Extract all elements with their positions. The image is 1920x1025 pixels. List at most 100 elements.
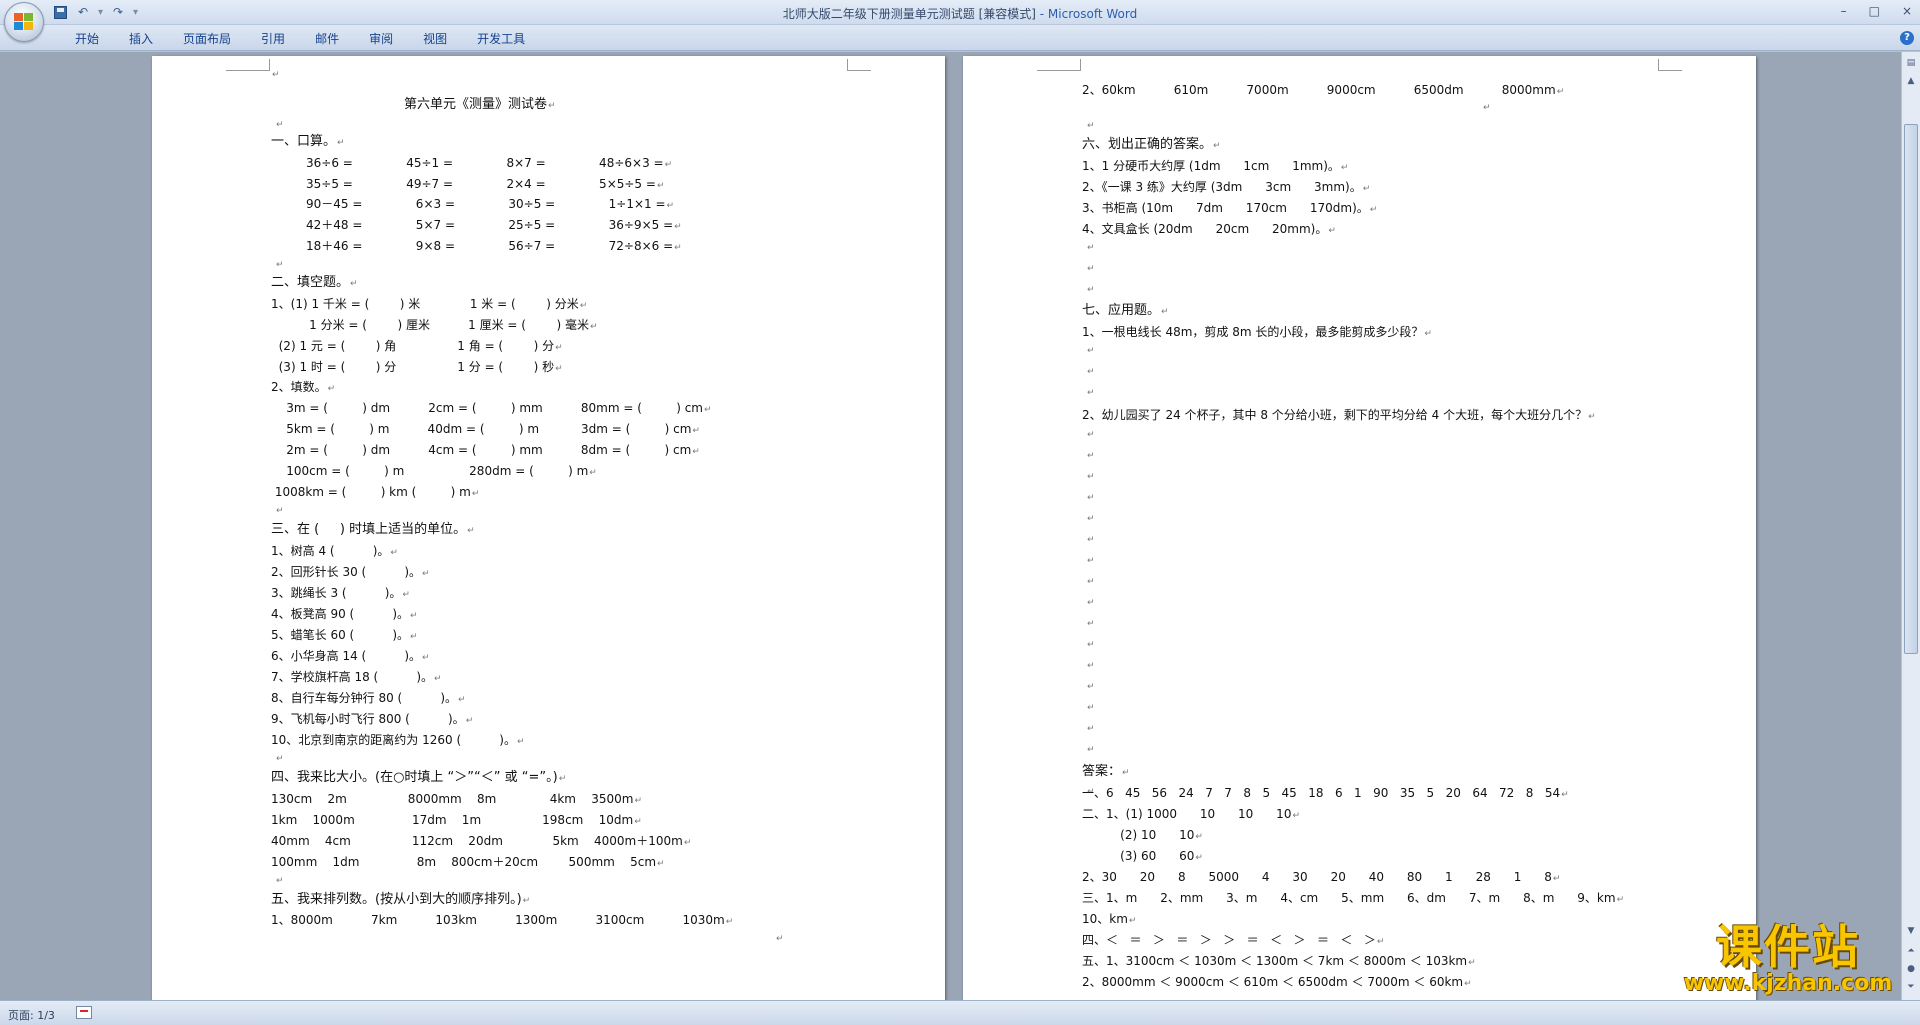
question-item: 9、飞机每小时飞行 800 ( )。↵ — [271, 712, 474, 726]
paragraph-mark: ↵ — [1087, 243, 1095, 253]
paragraph-mark: ↵ — [1087, 682, 1095, 692]
page-count[interactable]: 页面: 1/3 — [8, 1007, 55, 1023]
answer-line: 三、1、m 2、mm 3、m 4、cm 5、mm 6、dm 7、m 8、m 9、… — [1082, 891, 1625, 905]
paragraph-mark: ↵ — [1087, 598, 1095, 608]
paragraph-mark: ↵ — [276, 506, 284, 516]
question-item: 6、小华身高 14 ( )。↵ — [271, 649, 430, 663]
paragraph-mark: ↵ — [276, 754, 284, 764]
paragraph-mark: ↵ — [1087, 285, 1095, 295]
question-item: 8、自行车每分钟行 80 ( )。↵ — [271, 691, 466, 705]
tab-review[interactable]: 审阅 — [354, 30, 408, 47]
unit-conversion-row: 3m = ( ) dm 2cm = ( ) mm 80mm = ( ) cm↵ — [271, 401, 712, 415]
vertical-scrollbar[interactable]: ▤ ▲ ▼ ⏶ ● ⏷ — [1901, 52, 1920, 1000]
answer-line: 一、6 45 56 24 7 7 8 5 45 18 6 1 90 35 5 2… — [1082, 786, 1569, 800]
arith-row: 90－45 = 6×3 = 30÷5 = 1÷1×1 =↵ — [306, 197, 675, 211]
paragraph-mark: ↵ — [1087, 535, 1095, 545]
paragraph-mark: ↵ — [1087, 703, 1095, 713]
paragraph-mark: ↵ — [1483, 103, 1491, 113]
question-item: 2、回形针长 30 ( )。↵ — [271, 565, 430, 579]
fill-blank-line: (2) 1 元 = ( ) 角 1 角 = ( ) 分↵ — [271, 339, 563, 353]
margin-corner-mark — [847, 59, 871, 71]
unit-conversion-row: 2m = ( ) dm 4cm = ( ) mm 8dm = ( ) cm↵ — [271, 443, 700, 457]
paragraph-mark: ↵ — [1087, 556, 1095, 566]
minimize-button[interactable]: – — [1841, 4, 1847, 18]
unit-conversion-row: 1008km = ( ) km ( ) m↵ — [271, 485, 480, 499]
fill-blank-line: 1、(1) 1 千米 = ( ) 米 1 米 = ( ) 分米↵ — [271, 297, 588, 311]
answers-heading: 答案：↵ — [1082, 764, 1130, 779]
test-title: 第六单元《测量》测试卷↵ — [404, 97, 556, 112]
help-icon[interactable]: ? — [1900, 31, 1914, 45]
paragraph-mark: ↵ — [1087, 661, 1095, 671]
margin-corner-mark — [1658, 59, 1682, 71]
paragraph-mark: ↵ — [1087, 430, 1095, 440]
ribbon: 开始 插入 页面布局 引用 邮件 审阅 视图 开发工具 ? — [0, 25, 1920, 51]
fill-blank-line: (3) 1 时 = ( ) 分 1 分 = ( ) 秒↵ — [271, 360, 563, 374]
app-name: - Microsoft Word — [1035, 7, 1138, 21]
window-title: 北师大版二年级下册测量单元测试题 [兼容模式] - Microsoft Word — [0, 5, 1920, 22]
paragraph-mark: ↵ — [1087, 388, 1095, 398]
question-item: 1、1 分硬币大约厚 (1dm 1cm 1mm)。↵ — [1082, 159, 1349, 173]
section-heading: 一、口算。↵ — [271, 134, 345, 149]
fill-blank-line: 2、填数。↵ — [271, 380, 336, 394]
section-heading: 七、应用题。↵ — [1082, 303, 1169, 318]
paragraph-mark: ↵ — [1087, 514, 1095, 524]
tab-home[interactable]: 开始 — [60, 30, 114, 47]
paragraph-mark: ↵ — [1087, 264, 1095, 274]
paragraph-mark: ↵ — [1087, 493, 1095, 503]
paragraph-mark: ↵ — [1087, 745, 1095, 755]
tab-mailings[interactable]: 邮件 — [300, 30, 354, 47]
question-item: 3、书柜高 (10m 7dm 170cm 170dm)。↵ — [1082, 201, 1378, 215]
question-item: 4、板凳高 90 ( )。↵ — [271, 607, 418, 621]
question-item: 7、学校旗杆高 18 ( )。↵ — [271, 670, 442, 684]
order-row: 2、60km 610m 7000m 9000cm 6500dm 8000mm↵ — [1082, 83, 1565, 97]
section-heading: 三、在 ( ) 时填上适当的单位。↵ — [271, 522, 475, 537]
margin-corner-mark — [226, 59, 270, 71]
word-problem: 2、幼儿园买了 24 个杯子，其中 8 个分给小班，剩下的平均分给 4 个大班，… — [1082, 408, 1596, 422]
section-heading: 二、填空题。↵ — [271, 275, 358, 290]
office-button[interactable] — [4, 2, 44, 42]
maximize-button[interactable]: □ — [1869, 4, 1880, 18]
status-bar: 页面: 1/3 — [0, 1000, 1920, 1025]
fill-blank-line: 1 分米 = ( ) 厘米 1 厘米 = ( ) 毫米↵ — [271, 318, 598, 332]
unit-conversion-row: 100cm = ( ) m 280dm = ( ) m↵ — [271, 464, 597, 478]
tab-view[interactable]: 视图 — [408, 30, 462, 47]
proofing-icon[interactable] — [76, 1006, 92, 1019]
answer-line: (3) 60 60↵ — [1082, 849, 1203, 863]
question-item: 1、树高 4 ( )。↵ — [271, 544, 398, 558]
answer-line: 四、＜ ＝ ＞ ＝ ＞ ＞ ＝ ＜ ＞ ＝ ＜ ＞↵ — [1082, 933, 1385, 947]
scroll-up-icon[interactable]: ▲ — [1904, 74, 1918, 88]
ribbon-tabs: 开始 插入 页面布局 引用 邮件 审阅 视图 开发工具 — [60, 30, 540, 47]
paragraph-mark: ↵ — [1087, 367, 1095, 377]
site-watermark-logo: 课件站 www.kjzhan.com — [1668, 922, 1908, 996]
paragraph-mark: ↵ — [1087, 346, 1095, 356]
section-heading: 四、我来比大小。(在○时填上 “＞”“＜” 或 “=”。)↵ — [271, 770, 567, 785]
document-workspace: ↵ 第六单元《测量》测试卷↵ ↵ 一、口算。↵ 36÷6 = 45÷1 = 8×… — [0, 52, 1901, 1000]
tab-developer[interactable]: 开发工具 — [462, 30, 540, 47]
paragraph-mark: ↵ — [1087, 724, 1095, 734]
paragraph-mark: ↵ — [1087, 451, 1095, 461]
page-right[interactable]: 2、60km 610m 7000m 9000cm 6500dm 8000mm↵ … — [963, 56, 1756, 1000]
paragraph-mark: ↵ — [1087, 472, 1095, 482]
unit-conversion-row: 5km = ( ) m 40dm = ( ) m 3dm = ( ) cm↵ — [271, 422, 700, 436]
section-heading: 五、我来排列数。(按从小到大的顺序排列。)↵ — [271, 892, 531, 907]
paragraph-mark: ↵ — [276, 120, 284, 130]
compare-row: 100mm 1dm 8m 800cm＋20cm 500mm 5cm↵ — [271, 855, 665, 869]
tab-page-layout[interactable]: 页面布局 — [168, 30, 246, 47]
paragraph-mark: ↵ — [1087, 640, 1095, 650]
close-button[interactable]: × — [1902, 4, 1912, 18]
question-item: 3、跳绳长 3 ( )。↵ — [271, 586, 410, 600]
office-logo-icon — [14, 13, 34, 31]
page-left[interactable]: ↵ 第六单元《测量》测试卷↵ ↵ 一、口算。↵ 36÷6 = 45÷1 = 8×… — [152, 56, 945, 1000]
tab-insert[interactable]: 插入 — [114, 30, 168, 47]
paragraph-mark: ↵ — [1087, 577, 1095, 587]
paragraph-mark: ↵ — [272, 70, 280, 80]
order-row: 1、8000m 7km 103km 1300m 3100cm 1030m↵ — [271, 913, 734, 927]
compare-row: 130cm 2m 8000mm 8m 4km 3500m↵ — [271, 792, 643, 806]
tab-references[interactable]: 引用 — [246, 30, 300, 47]
arith-row: 36÷6 = 45÷1 = 8×7 = 48÷6×3 =↵ — [306, 156, 673, 170]
scroll-thumb[interactable] — [1904, 124, 1918, 654]
document-title: 北师大版二年级下册测量单元测试题 [兼容模式] — [782, 7, 1036, 21]
question-item: 2、《一课 3 练》大约厚 (3dm 3cm 3mm)。↵ — [1082, 180, 1371, 194]
paragraph-mark: ↵ — [276, 260, 284, 270]
ruler-toggle-icon[interactable]: ▤ — [1904, 56, 1918, 70]
